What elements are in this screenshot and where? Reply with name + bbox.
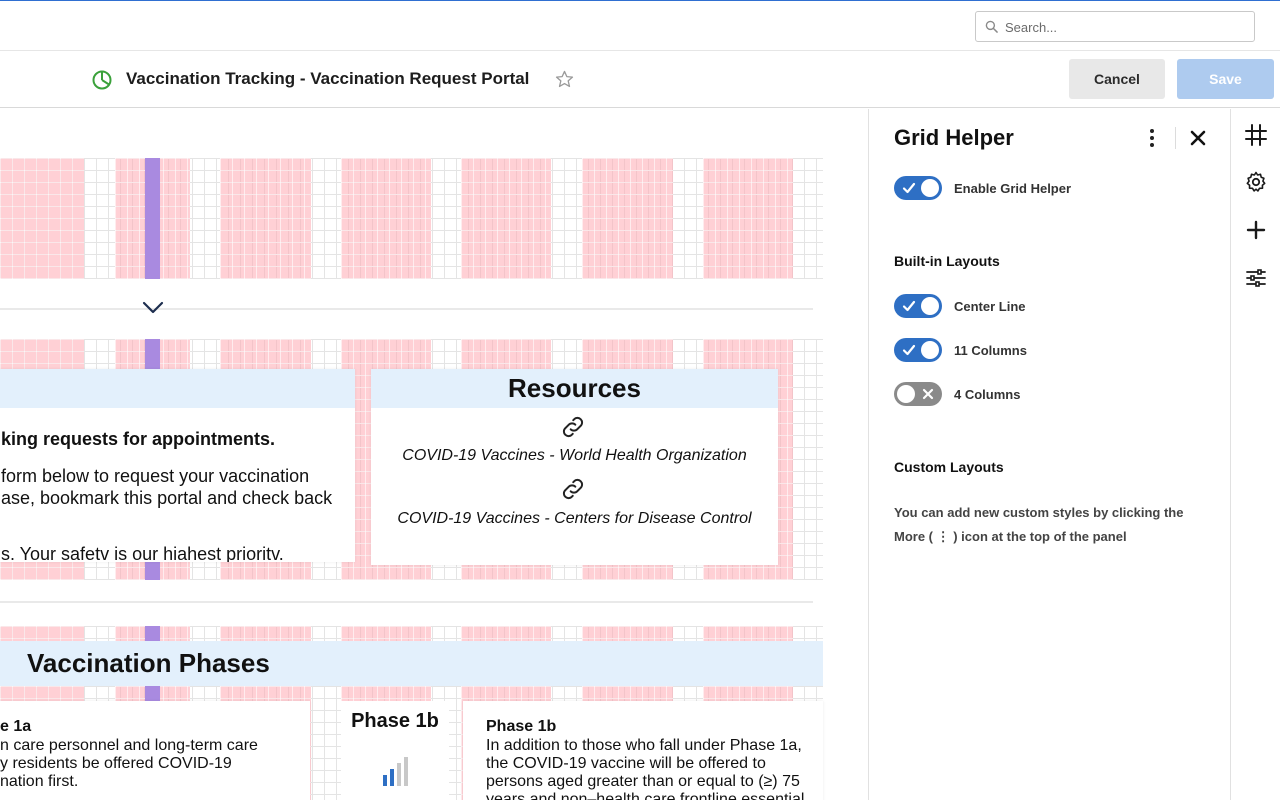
more-vertical-icon[interactable] (1144, 127, 1160, 149)
search-input[interactable] (1005, 17, 1245, 37)
chevron-down-icon[interactable] (141, 298, 165, 318)
section-divider (0, 308, 813, 310)
intro-line: form below to request your vaccination (1, 466, 310, 486)
link-icon (562, 416, 584, 438)
cancel-button[interactable]: Cancel (1069, 59, 1165, 99)
grid-column (703, 158, 793, 279)
intro-card-header (0, 369, 355, 408)
enable-grid-helper-toggle[interactable] (894, 176, 942, 200)
center-line (145, 158, 160, 279)
custom-layouts-heading: Custom Layouts (894, 459, 1004, 475)
x-icon (922, 388, 934, 400)
save-button[interactable]: Save (1177, 59, 1274, 99)
phases-title: Vaccination Phases (0, 641, 823, 686)
grid-band (0, 158, 823, 279)
four-columns-label: 4 Columns (954, 387, 1021, 402)
phase-1a-line: y residents be offered COVID-19 (0, 755, 232, 772)
eleven-columns-label: 11 Columns (954, 343, 1027, 358)
builtin-layouts-heading: Built-in Layouts (894, 253, 1000, 269)
search-box[interactable] (975, 11, 1255, 42)
toggle-knob (921, 179, 939, 197)
phase-1a-card: e 1a n care personnel and long-term care… (0, 701, 310, 800)
title-bar: Vaccination Tracking - Vaccination Reque… (0, 52, 1280, 108)
check-icon (902, 300, 916, 312)
phase-1a-line: n care personnel and long-term care (0, 737, 258, 754)
grid-column (220, 158, 311, 279)
toggle-knob (921, 341, 939, 359)
panel-separator (1175, 127, 1176, 149)
phase-1b-heading: Phase 1b (351, 710, 439, 732)
grid-column (341, 158, 431, 279)
eleven-columns-toggle[interactable] (894, 338, 942, 362)
center-line-label: Center Line (954, 299, 1026, 314)
sliders-icon[interactable] (1244, 266, 1268, 290)
page-title: Vaccination Tracking - Vaccination Reque… (126, 69, 530, 88)
page-type-icon (92, 70, 112, 90)
page-canvas: king requests for appointments. form bel… (0, 109, 868, 800)
intro-bold-line: king requests for appointments. (1, 429, 276, 449)
phase-1a-line: nation first. (0, 773, 79, 790)
phase-1a-title: e 1a (0, 718, 32, 735)
grid-icon[interactable] (1244, 123, 1268, 147)
resource-link-who[interactable]: COVID-19 Vaccines - World Health Organiz… (371, 447, 778, 465)
phase-1b-summary: Phase 1b (341, 701, 449, 800)
toggle-knob (921, 297, 939, 315)
check-icon (902, 344, 916, 356)
grid-column (461, 158, 551, 279)
plus-icon[interactable] (1244, 218, 1268, 242)
favorite-star-icon[interactable] (554, 69, 575, 90)
intro-line: ase, bookmark this portal and check back (1, 488, 333, 508)
toggle-knob (897, 385, 915, 403)
phase-1b-line: In addition to those who fall under Phas… (486, 737, 802, 754)
resources-card: Resources COVID-19 Vaccines - World Heal… (371, 369, 778, 565)
resource-link-cdc[interactable]: COVID-19 Vaccines - Centers for Disease … (371, 510, 778, 528)
gear-icon[interactable] (1244, 170, 1268, 194)
section-divider (0, 601, 813, 603)
grid-helper-panel: Grid Helper Enable Grid Helper Built-in … (868, 109, 1230, 800)
panel-title: Grid Helper (894, 125, 1014, 150)
close-icon[interactable] (1189, 129, 1207, 147)
phase-1b-card: Phase 1b In addition to those who fall u… (463, 701, 823, 800)
phase-1b-line: years and non–health care frontline esse… (486, 791, 805, 800)
four-columns-toggle[interactable] (894, 382, 942, 406)
top-bar (0, 1, 1280, 51)
link-icon (562, 478, 584, 500)
center-line-toggle[interactable] (894, 294, 942, 318)
resources-title: Resources (371, 369, 778, 408)
enable-grid-helper-label: Enable Grid Helper (954, 181, 1072, 196)
signal-bars-icon (383, 757, 408, 786)
intro-card: king requests for appointments. form bel… (0, 369, 355, 562)
phase-1b-title: Phase 1b (486, 718, 557, 735)
check-icon (902, 182, 916, 194)
search-icon (985, 20, 998, 33)
tool-rail (1230, 109, 1280, 800)
phase-1b-line: the COVID-19 vaccine will be offered to (486, 755, 766, 772)
grid-column (0, 158, 84, 279)
grid-column (582, 158, 673, 279)
intro-line: s. Your safetv is our hiahest prioritv. (1, 544, 284, 562)
phase-1b-line: persons aged greater than or equal to (≥… (486, 773, 800, 790)
custom-layouts-help: You can add new custom styles by clickin… (894, 505, 1184, 544)
